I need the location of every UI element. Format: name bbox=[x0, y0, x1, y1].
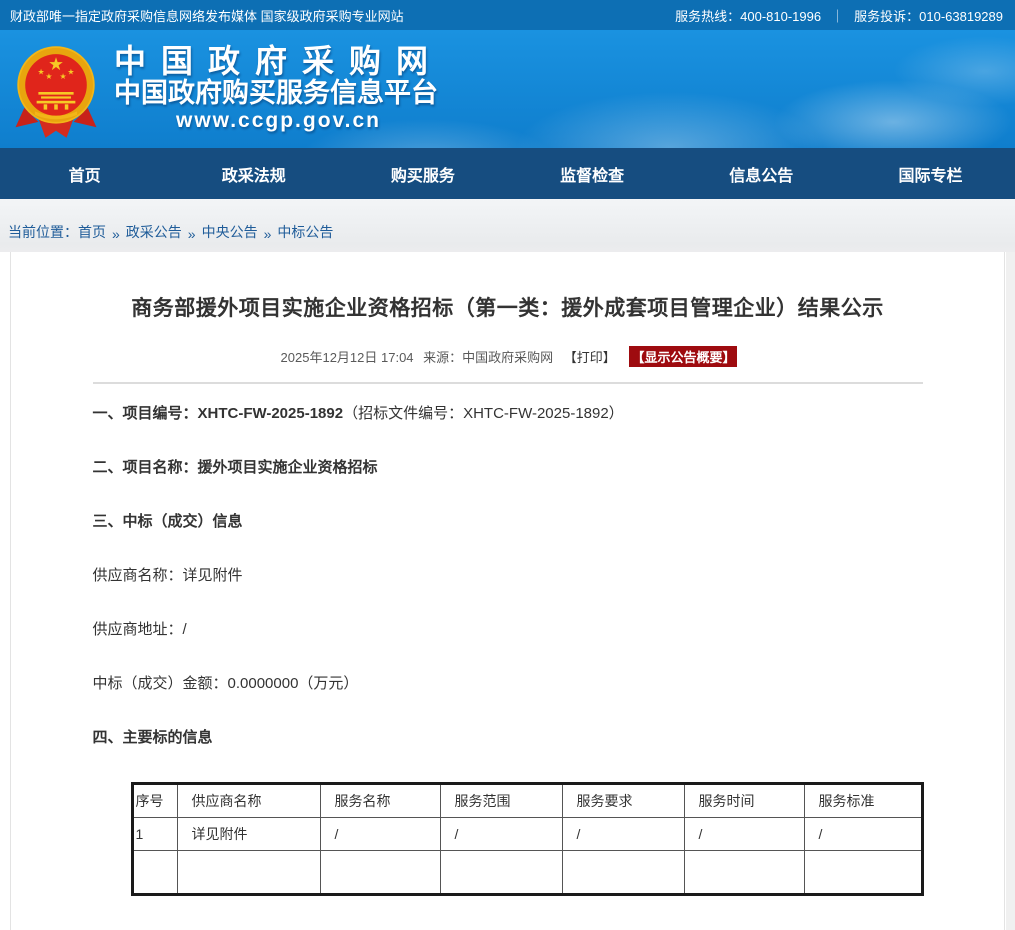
paragraph-project-number: 一、项目编号：XHTC-FW-2025-1892（招标文件编号：XHTC-FW-… bbox=[93, 404, 923, 424]
article-datetime: 2025年12月12日 17:04 bbox=[281, 350, 414, 365]
paragraph-award-amount: 中标（成交）金额：0.0000000（万元） bbox=[93, 674, 923, 694]
cell-empty bbox=[804, 851, 922, 895]
cell-empty bbox=[562, 851, 684, 895]
col-header-service-time: 服务时间 bbox=[684, 784, 804, 818]
nav-item-services[interactable]: 购买服务 bbox=[338, 148, 507, 199]
cell-empty bbox=[177, 851, 320, 895]
topbar-slogan: 财政部唯一指定政府采购信息网络发布媒体 国家级政府采购专业网站 bbox=[10, 6, 404, 25]
cell-empty bbox=[132, 851, 177, 895]
topbar-contacts: 服务热线：400-810-1996 ｜ 服务投诉：010-63819289 bbox=[675, 6, 1003, 25]
svg-text:★: ★ bbox=[45, 72, 52, 81]
nav-item-intl[interactable]: 国际专栏 bbox=[846, 148, 1015, 199]
breadcrumb-item-home[interactable]: 首页 bbox=[78, 222, 106, 242]
site-subtitle: 中国政府购买服务信息平台 bbox=[114, 78, 443, 108]
paragraph-subject-info-heading: 四、主要标的信息 bbox=[93, 728, 923, 748]
cell-empty bbox=[684, 851, 804, 895]
col-header-service-name: 服务名称 bbox=[320, 784, 440, 818]
breadcrumb-separator: » bbox=[188, 226, 196, 242]
main-nav: 首页 政采法规 购买服务 监督检查 信息公告 国际专栏 bbox=[0, 148, 1015, 199]
col-header-seq: 序号 bbox=[132, 784, 177, 818]
nav-item-notices[interactable]: 信息公告 bbox=[677, 148, 846, 199]
cell-supplier: 详见附件 bbox=[177, 818, 320, 851]
topbar-divider: ｜ bbox=[831, 6, 844, 25]
cell-service-scope: / bbox=[440, 818, 562, 851]
paragraph-award-info-heading: 三、中标（成交）信息 bbox=[93, 512, 923, 532]
breadcrumb-label: 当前位置： bbox=[8, 222, 78, 242]
article-meta: 2025年12月12日 17:04 来源：中国政府采购网 【打印】 【显示公告概… bbox=[11, 346, 1004, 367]
svg-text:★: ★ bbox=[59, 72, 66, 81]
nav-item-oversight[interactable]: 监督检查 bbox=[508, 148, 677, 199]
table-row bbox=[132, 851, 922, 895]
svg-text:★: ★ bbox=[37, 67, 44, 76]
site-header: ★ ★ ★ ★ ★ 中国政府采购网 中国政府购买服务信息平台 www.ccgp.… bbox=[0, 30, 1015, 148]
nav-item-home[interactable]: 首页 bbox=[0, 148, 169, 199]
breadcrumb-separator: » bbox=[112, 226, 120, 242]
table-header-row: 序号 供应商名称 服务名称 服务范围 服务要求 服务时间 服务标准 bbox=[132, 784, 922, 818]
article-title: 商务部援外项目实施企业资格招标（第一类：援外成套项目管理企业）结果公示 bbox=[11, 252, 1004, 322]
article-source: 来源：中国政府采购网 bbox=[423, 350, 553, 365]
scrollbar-track[interactable] bbox=[1006, 252, 1015, 930]
print-button[interactable]: 【打印】 bbox=[564, 350, 616, 365]
cell-seq: 1 bbox=[132, 818, 177, 851]
breadcrumb-separator: » bbox=[264, 226, 272, 242]
breadcrumb-item-central[interactable]: 中央公告 bbox=[202, 222, 258, 242]
cell-service-req: / bbox=[562, 818, 684, 851]
service-complaint: 服务投诉：010-63819289 bbox=[854, 6, 1003, 25]
nav-item-laws[interactable]: 政采法规 bbox=[169, 148, 338, 199]
cell-service-time: / bbox=[684, 818, 804, 851]
national-emblem-icon: ★ ★ ★ ★ ★ bbox=[12, 42, 100, 142]
breadcrumb-item-announcements[interactable]: 政采公告 bbox=[126, 222, 182, 242]
topbar: 财政部唯一指定政府采购信息网络发布媒体 国家级政府采购专业网站 服务热线：400… bbox=[0, 0, 1015, 30]
site-logo-text: 中国政府采购网 中国政府购买服务信息平台 www.ccgp.gov.cn bbox=[114, 44, 443, 134]
cell-empty bbox=[320, 851, 440, 895]
cell-empty bbox=[440, 851, 562, 895]
paragraph-supplier-name: 供应商名称：详见附件 bbox=[93, 566, 923, 586]
service-hotline: 服务热线：400-810-1996 bbox=[675, 6, 821, 25]
col-header-service-req: 服务要求 bbox=[562, 784, 684, 818]
cell-service-std: / bbox=[804, 818, 922, 851]
site-url: www.ccgp.gov.cn bbox=[114, 108, 443, 134]
site-name: 中国政府采购网 bbox=[114, 44, 443, 78]
cell-service-name: / bbox=[320, 818, 440, 851]
show-summary-button[interactable]: 【显示公告概要】 bbox=[629, 346, 737, 367]
col-header-service-std: 服务标准 bbox=[804, 784, 922, 818]
page: 财政部唯一指定政府采购信息网络发布媒体 国家级政府采购专业网站 服务热线：400… bbox=[0, 0, 1015, 930]
table-row: 1 详见附件 / / / / / bbox=[132, 818, 922, 851]
paragraph-project-name: 二、项目名称：援外项目实施企业资格招标 bbox=[93, 458, 923, 478]
col-header-supplier: 供应商名称 bbox=[177, 784, 320, 818]
paragraph-supplier-address: 供应商地址：/ bbox=[93, 620, 923, 640]
svg-text:★: ★ bbox=[67, 67, 74, 76]
article-body: 一、项目编号：XHTC-FW-2025-1892（招标文件编号：XHTC-FW-… bbox=[93, 384, 923, 896]
breadcrumb-item-award[interactable]: 中标公告 bbox=[277, 222, 333, 242]
article-container: 商务部援外项目实施企业资格招标（第一类：援外成套项目管理企业）结果公示 2025… bbox=[10, 252, 1005, 930]
breadcrumb: 当前位置： 首页 » 政采公告 » 中央公告 » 中标公告 bbox=[0, 199, 1015, 252]
bid-info-table: 序号 供应商名称 服务名称 服务范围 服务要求 服务时间 服务标准 1 详见附件… bbox=[131, 782, 924, 896]
col-header-service-scope: 服务范围 bbox=[440, 784, 562, 818]
